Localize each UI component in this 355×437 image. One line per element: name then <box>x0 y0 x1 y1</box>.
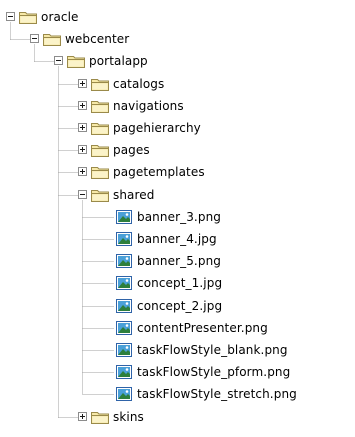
tree-folder-navigations[interactable]: navigations <box>0 95 355 117</box>
folder-icon <box>90 164 110 180</box>
tree-folder-pages[interactable]: pages <box>0 139 355 161</box>
folder-icon <box>90 187 110 203</box>
collapse-toggle-icon[interactable] <box>6 12 15 21</box>
expand-toggle-icon[interactable] <box>78 412 87 421</box>
collapse-toggle-icon[interactable] <box>30 34 39 43</box>
collapse-toggle-icon[interactable] <box>78 190 87 199</box>
expand-toggle-icon[interactable] <box>78 123 87 132</box>
tree-node-label[interactable]: taskFlowStyle_stretch.png <box>137 386 297 402</box>
folder-icon <box>90 142 110 158</box>
tree-node-label[interactable]: contentPresenter.png <box>137 320 268 336</box>
tree-file-taskflowstyle-stretch-png[interactable]: taskFlowStyle_stretch.png <box>0 383 355 405</box>
folder-icon <box>90 76 110 92</box>
collapse-toggle-icon[interactable] <box>54 56 63 65</box>
tree-node-label[interactable]: shared <box>113 187 154 203</box>
tree-file-banner-3-png[interactable]: banner_3.png <box>0 206 355 228</box>
tree-node-label[interactable]: banner_4.jpg <box>137 231 217 247</box>
image-file-icon <box>114 320 134 336</box>
tree-folder-pagetemplates[interactable]: pagetemplates <box>0 161 355 183</box>
tree-folder-webcenter[interactable]: webcenter <box>0 28 355 50</box>
tree-folder-shared[interactable]: shared <box>0 184 355 206</box>
tree-file-banner-4-jpg[interactable]: banner_4.jpg <box>0 228 355 250</box>
tree-node-label[interactable]: concept_1.jpg <box>137 275 222 291</box>
tree-node-label[interactable]: portalapp <box>89 53 148 69</box>
folder-icon <box>66 53 86 69</box>
image-file-icon <box>114 298 134 314</box>
tree-node-label[interactable]: pages <box>113 142 150 158</box>
tree-node-label[interactable]: skins <box>113 409 144 425</box>
tree-node-label[interactable]: navigations <box>113 98 184 114</box>
expand-toggle-icon[interactable] <box>78 79 87 88</box>
expand-toggle-icon[interactable] <box>78 145 87 154</box>
tree-folder-pagehierarchy[interactable]: pagehierarchy <box>0 117 355 139</box>
folder-icon <box>90 98 110 114</box>
tree-file-contentpresenter-png[interactable]: contentPresenter.png <box>0 317 355 339</box>
tree-file-banner-5-png[interactable]: banner_5.png <box>0 250 355 272</box>
tree-file-taskflowstyle-blank-png[interactable]: taskFlowStyle_blank.png <box>0 339 355 361</box>
tree-node-label[interactable]: webcenter <box>65 31 129 47</box>
image-file-icon <box>114 231 134 247</box>
image-file-icon <box>114 386 134 402</box>
tree-folder-skins[interactable]: skins <box>0 406 355 428</box>
folder-icon <box>90 409 110 425</box>
tree-folder-portalapp[interactable]: portalapp <box>0 50 355 72</box>
folder-icon <box>42 31 62 47</box>
image-file-icon <box>114 342 134 358</box>
tree-folder-oracle[interactable]: oracle <box>0 6 355 28</box>
project-tree: oracle webcenter portalapp catalogs navigati… <box>0 0 355 437</box>
tree-node-label[interactable]: taskFlowStyle_pform.png <box>137 364 290 380</box>
tree-node-label[interactable]: concept_2.jpg <box>137 298 222 314</box>
tree-file-concept-2-jpg[interactable]: concept_2.jpg <box>0 295 355 317</box>
tree-node-label[interactable]: banner_5.png <box>137 253 221 269</box>
image-file-icon <box>114 364 134 380</box>
folder-icon <box>90 120 110 136</box>
image-file-icon <box>114 253 134 269</box>
tree-folder-catalogs[interactable]: catalogs <box>0 73 355 95</box>
tree-node-label[interactable]: catalogs <box>113 76 164 92</box>
tree-node-label[interactable]: taskFlowStyle_blank.png <box>137 342 288 358</box>
folder-icon <box>18 9 38 25</box>
expand-toggle-icon[interactable] <box>78 167 87 176</box>
tree-file-taskflowstyle-pform-png[interactable]: taskFlowStyle_pform.png <box>0 361 355 383</box>
image-file-icon <box>114 275 134 291</box>
tree-node-label[interactable]: oracle <box>41 9 79 25</box>
tree-node-label[interactable]: pagetemplates <box>113 164 205 180</box>
image-file-icon <box>114 209 134 225</box>
tree-node-label[interactable]: banner_3.png <box>137 209 221 225</box>
expand-toggle-icon[interactable] <box>78 101 87 110</box>
tree-file-concept-1-jpg[interactable]: concept_1.jpg <box>0 272 355 294</box>
tree-node-label[interactable]: pagehierarchy <box>113 120 201 136</box>
